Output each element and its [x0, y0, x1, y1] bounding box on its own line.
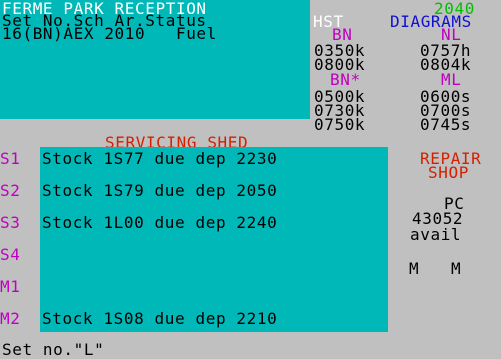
repair-m-left: M — [409, 259, 420, 278]
bnstar-label: BN* — [330, 70, 361, 89]
slot-s3-entry[interactable]: Stock 1L00 due dep 2240 — [42, 215, 277, 231]
slot-label-m1: M1 — [0, 277, 21, 296]
slot-s1-entry[interactable]: Stock 1S77 due dep 2230 — [42, 151, 277, 167]
servicing-shed-panel — [40, 147, 388, 332]
slot-label-s4: S4 — [0, 245, 21, 264]
bnstar-time-3[interactable]: 0750k — [314, 117, 365, 133]
slot-label-s2: S2 — [0, 181, 21, 200]
slot-s2-entry[interactable]: Stock 1S79 due dep 2050 — [42, 183, 277, 199]
slot-label-s1: S1 — [0, 149, 21, 168]
slot-m2-entry[interactable]: Stock 1S08 due dep 2210 — [42, 311, 277, 327]
repair-m-right: M — [451, 259, 462, 278]
repair-status: avail — [410, 225, 462, 244]
slot-label-s3: S3 — [0, 213, 21, 232]
reception-set-row[interactable]: 16(BN)AEX 2010 Fuel — [2, 26, 217, 42]
ml-label: ML — [441, 70, 462, 89]
ml-time-3[interactable]: 0745s — [420, 117, 471, 133]
command-prompt[interactable]: Set no."L" — [2, 342, 104, 358]
repair-subtitle: SHOP — [428, 163, 469, 182]
slot-label-m2: M2 — [0, 309, 21, 328]
